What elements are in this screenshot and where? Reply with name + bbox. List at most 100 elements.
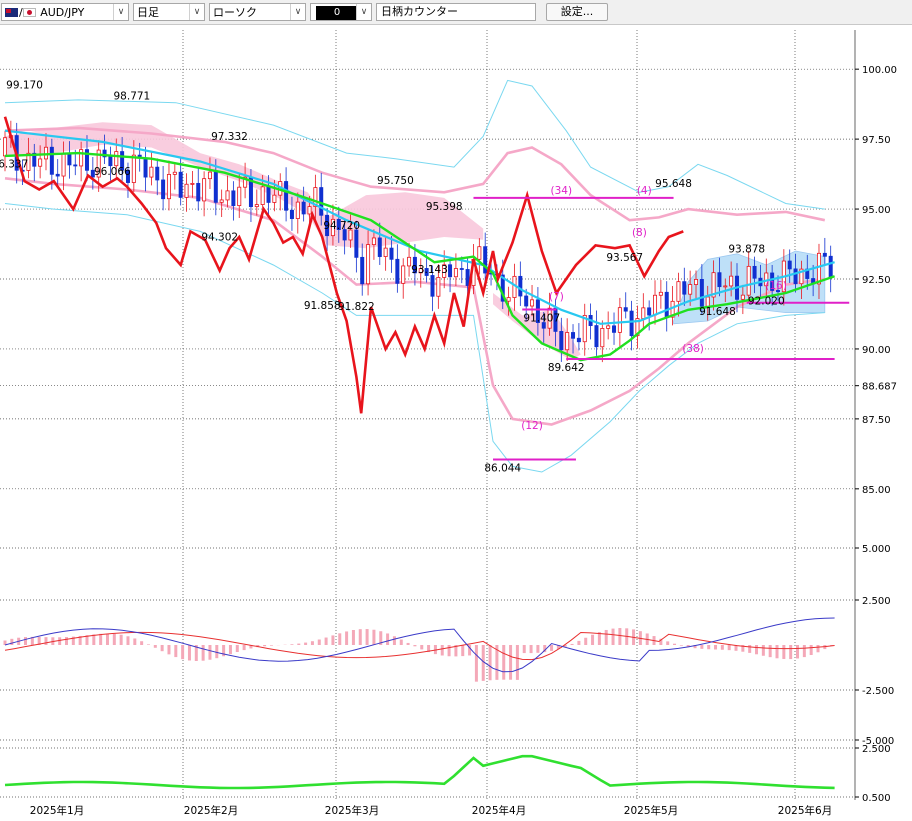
macd-bar <box>10 638 14 645</box>
price-annotation: 86.044 <box>484 463 521 475</box>
candle-body <box>612 325 617 333</box>
macd-bar <box>796 645 800 659</box>
settings-button[interactable]: 設定... <box>546 3 608 21</box>
candle-body <box>629 310 634 337</box>
chart-type-select[interactable]: ローソク ∨ <box>209 3 306 21</box>
chevron-down-icon[interactable]: ∨ <box>189 4 204 20</box>
macd-bar <box>208 645 212 660</box>
period-select[interactable]: 日足 ∨ <box>133 3 205 21</box>
candle-body <box>49 146 54 175</box>
price-annotation: 99.170 <box>6 79 43 91</box>
price-annotation: 96.066 <box>94 166 131 178</box>
macd-bar <box>611 628 615 645</box>
axis-tick-label: 88.687 <box>862 382 897 393</box>
macd-bar <box>406 642 410 645</box>
candle-body <box>822 252 827 257</box>
candle-body <box>383 247 388 257</box>
macd-bar <box>338 633 342 645</box>
candle-body <box>407 256 412 267</box>
candle-body <box>828 255 833 279</box>
chart-area[interactable]: 99.170 98.771 96.337 96.066 97.332 94.302 95.7… <box>0 24 912 821</box>
candle-body <box>108 156 113 167</box>
candle-body <box>530 299 535 307</box>
macd-bar <box>317 639 321 645</box>
counter-label: (34) <box>551 185 573 197</box>
axis-tick-label: 0.500 <box>862 793 891 804</box>
candle-body <box>506 297 511 302</box>
chevron-down-icon[interactable]: ∨ <box>290 4 305 20</box>
color-select[interactable]: 0 ∨ <box>310 3 372 21</box>
macd-bar <box>105 633 109 645</box>
price-annotation: 94.720 <box>323 220 360 232</box>
macd-bar <box>591 634 595 645</box>
macd-bar <box>679 645 683 646</box>
macd-bar <box>529 645 533 654</box>
macd-bar <box>577 640 581 645</box>
counter-field[interactable]: 日柄カウンター <box>376 3 536 21</box>
macd-bar <box>386 633 390 645</box>
candle-body <box>658 291 663 296</box>
japan-flag-icon <box>22 8 36 17</box>
date-label: 2025年4月 <box>472 804 526 817</box>
candle-body <box>377 237 382 257</box>
color-swatch: 0 <box>316 5 356 20</box>
price-annotation: 91.858 <box>304 300 341 312</box>
symbol-label: AUD/JPY <box>40 5 85 19</box>
australia-flag-icon <box>5 8 18 17</box>
macd-bar <box>782 645 786 659</box>
macd-bar <box>358 629 362 645</box>
macd-bar <box>140 641 144 645</box>
candle-body <box>623 307 628 312</box>
macd-bar <box>618 628 622 645</box>
candle-body <box>518 275 523 297</box>
candle-body <box>389 247 394 260</box>
candle-body <box>155 166 160 181</box>
candle-body <box>453 268 458 278</box>
macd-bar <box>146 644 150 645</box>
macd-bar <box>160 645 164 652</box>
candle-body <box>717 272 722 288</box>
macd-bar <box>174 645 178 658</box>
candle-body <box>371 237 376 246</box>
candle-body <box>459 268 464 270</box>
macd-bar <box>447 645 451 657</box>
candle-body <box>354 229 359 258</box>
candle-body <box>729 275 734 287</box>
counter-label: (4) <box>637 185 652 197</box>
macd-bar <box>550 645 554 651</box>
axis-tick-label: 87.50 <box>862 415 891 426</box>
candle-body <box>664 291 669 318</box>
candle-body <box>647 307 652 316</box>
candle-body <box>307 206 312 215</box>
counter-label: (8) <box>632 227 647 239</box>
macd-bar <box>536 645 540 653</box>
macd-bar <box>167 645 171 655</box>
price-annotation: 94.302 <box>201 232 238 244</box>
symbol-select[interactable]: / AUD/JPY ∨ <box>1 3 129 21</box>
candle-body <box>38 158 43 167</box>
volatility-line <box>4 754 835 790</box>
candle-body <box>284 181 289 211</box>
macd-bar <box>290 644 294 645</box>
macd-panel <box>3 617 835 682</box>
candle-body <box>172 171 177 175</box>
date-label: 2025年1月 <box>30 804 84 817</box>
chevron-down-icon[interactable]: ∨ <box>356 4 371 20</box>
macd-bar <box>44 637 48 645</box>
macd-bar <box>119 634 123 645</box>
macd-bar <box>351 630 355 645</box>
candle-body <box>231 190 236 207</box>
candle-body <box>207 171 212 180</box>
price-annotation: 95.398 <box>426 201 463 213</box>
candle-body <box>3 137 8 157</box>
date-axis: 2025年1月 2025年2月 2025年3月 2025年4月 2025年5月 2025年… <box>30 804 832 817</box>
counter-label: (7) <box>549 291 564 303</box>
macd-bar <box>263 645 267 647</box>
candle-body <box>114 151 119 167</box>
candle-body <box>401 265 406 284</box>
macd-bar <box>331 635 335 645</box>
candle-body <box>723 285 728 288</box>
candle-body <box>688 284 693 295</box>
chevron-down-icon[interactable]: ∨ <box>113 4 128 20</box>
macd-bar <box>768 645 772 658</box>
